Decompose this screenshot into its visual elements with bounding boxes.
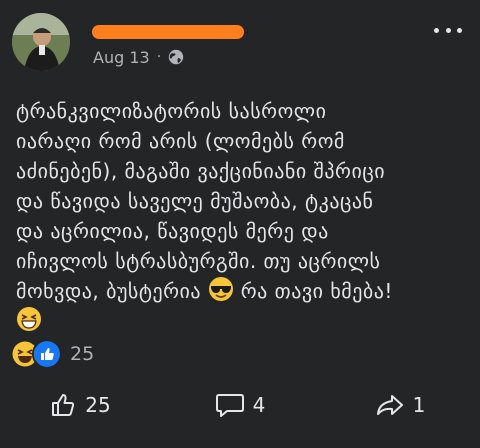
share-count: 1 xyxy=(412,393,426,417)
comment-count: 4 xyxy=(252,393,266,417)
sunglasses-emoji-icon xyxy=(208,277,233,301)
action-bar: 25 4 1 xyxy=(0,382,480,428)
post-line: იჩივლოს სტრასბურგში. თუ აცრილს xyxy=(16,249,381,273)
avatar[interactable] xyxy=(12,13,70,71)
globe-icon xyxy=(168,49,184,65)
post-line: და აცრილია, წავიდეს მერე და xyxy=(16,219,329,243)
share-button[interactable]: 1 xyxy=(320,382,480,428)
meta-separator: · xyxy=(156,49,162,65)
thumbs-up-icon xyxy=(32,339,62,369)
post-meta: Aug 13 · xyxy=(93,46,184,68)
share-icon xyxy=(376,395,403,415)
post-line: იარაღი რომ არის (ლომებს რომ xyxy=(16,129,345,153)
like-count: 25 xyxy=(85,393,111,417)
like-button[interactable]: 25 xyxy=(0,382,160,428)
post-line: და წავიდა საველე მუშაობა, ტკაცან xyxy=(16,189,374,213)
avatar-photo xyxy=(12,13,70,71)
post-header: Aug 13 · xyxy=(0,0,480,80)
grinning-squinting-emoji-icon xyxy=(17,307,41,331)
reaction-summary[interactable]: 25 xyxy=(12,339,95,369)
like-icon xyxy=(52,394,75,416)
reaction-count: 25 xyxy=(70,343,95,365)
comment-button[interactable]: 4 xyxy=(160,382,320,428)
redacted-author-name[interactable] xyxy=(92,25,244,39)
post-date[interactable]: Aug 13 xyxy=(93,48,150,67)
comment-icon xyxy=(215,394,244,417)
post-line: აძინებენ), მაგაში ვაქცინიანი შპრიცი xyxy=(16,159,386,183)
post-body: ტრანკვილიზატორის სასროლი იარაღი რომ არის… xyxy=(16,96,471,336)
post-line: რა თავი ხმება! xyxy=(240,279,393,303)
post-line: მოხვდა, ბუსტერია xyxy=(16,279,202,303)
post-line: ტრანკვილიზატორის სასროლი xyxy=(16,99,327,123)
more-options-icon[interactable] xyxy=(434,20,462,40)
